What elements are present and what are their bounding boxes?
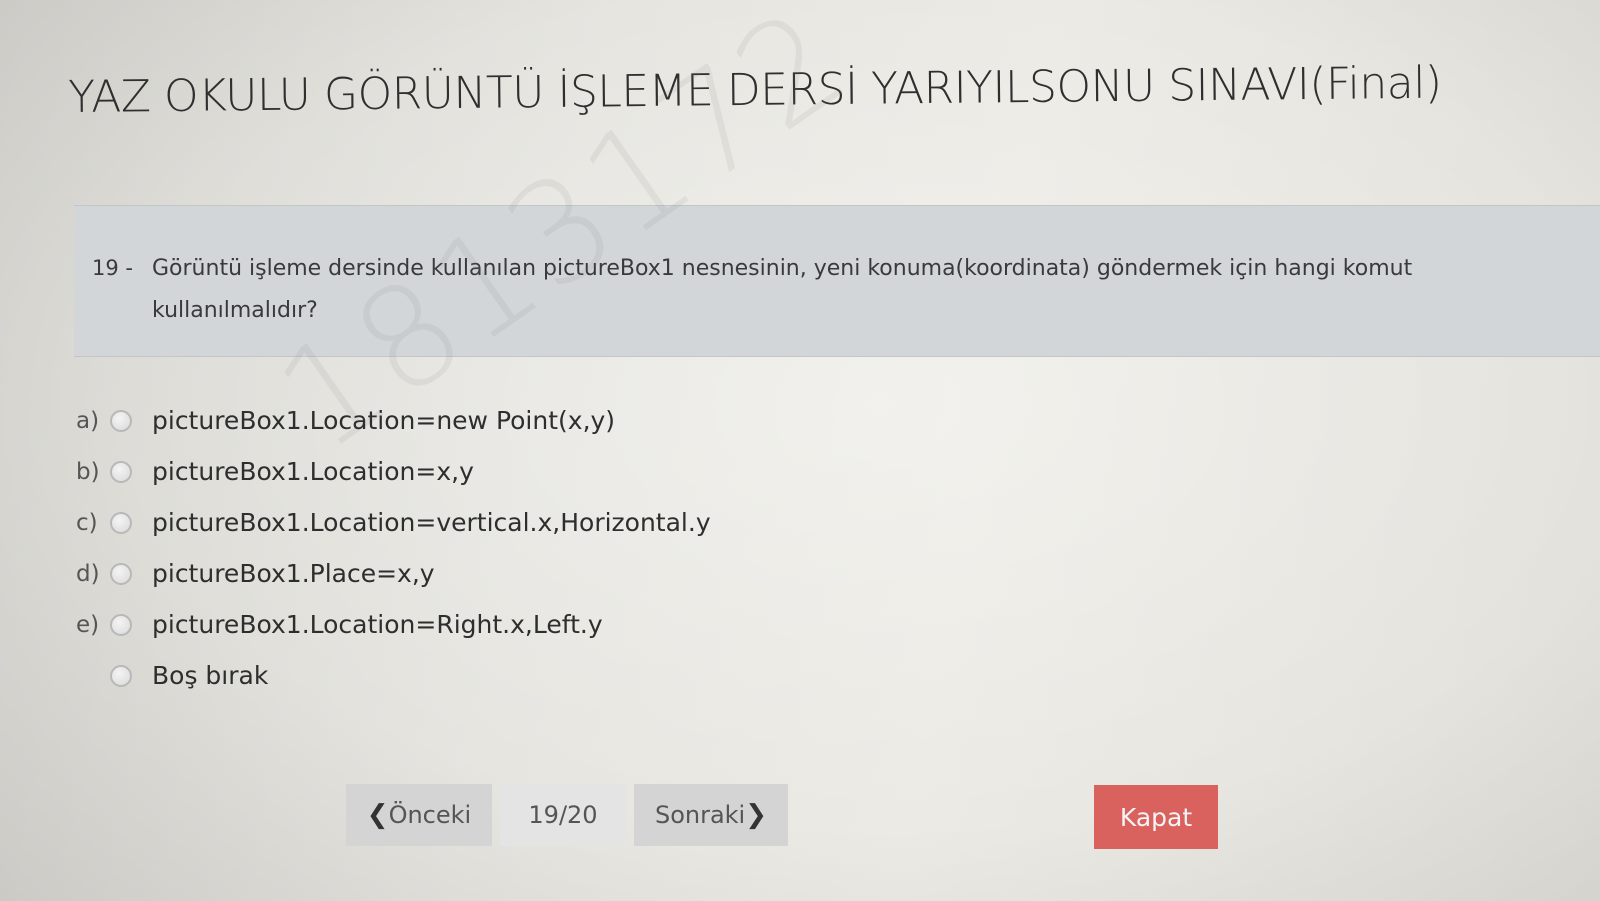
question-text: Görüntü işleme dersinde kullanılan pictu… [152, 256, 1413, 323]
option-letter: e) [76, 611, 100, 638]
option-letter: b) [76, 458, 100, 485]
page-indicator: 19/20 [500, 784, 626, 846]
previous-label: Önceki [388, 801, 472, 829]
option-label[interactable]: pictureBox1.Location=Right.x,Left.y [152, 610, 603, 639]
chevron-left-icon: ❮ [366, 800, 389, 830]
option-e[interactable]: e) pictureBox1.Location=Right.x,Left.y [76, 599, 711, 650]
radio-button[interactable] [110, 664, 132, 687]
radio-button[interactable] [110, 409, 132, 432]
chevron-right-icon: ❯ [745, 800, 768, 830]
radio-button[interactable] [110, 613, 132, 636]
next-button[interactable]: Sonraki ❯ [634, 784, 788, 846]
option-leave-blank[interactable]: Boş bırak [76, 650, 711, 701]
question-box: 19 - Görüntü işleme dersinde kullanılan … [74, 205, 1600, 357]
radio-button[interactable] [110, 511, 132, 534]
option-letter: a) [76, 407, 100, 434]
option-letter: d) [76, 560, 100, 587]
option-letter: c) [76, 509, 98, 536]
previous-button[interactable]: ❮ Önceki [346, 784, 492, 846]
option-b[interactable]: b) pictureBox1.Location=x,y [76, 446, 711, 497]
option-label[interactable]: pictureBox1.Location=new Point(x,y) [152, 406, 615, 435]
answer-options: a) pictureBox1.Location=new Point(x,y) b… [76, 395, 711, 701]
option-label[interactable]: pictureBox1.Location=x,y [152, 457, 474, 486]
page-title: YAZ OKULU GÖRÜNTÜ İŞLEME DERSİ YARIYILSO… [68, 57, 1442, 123]
option-label[interactable]: pictureBox1.Location=vertical.x,Horizont… [152, 508, 711, 537]
option-c[interactable]: c) pictureBox1.Location=vertical.x,Horiz… [76, 497, 711, 548]
option-a[interactable]: a) pictureBox1.Location=new Point(x,y) [76, 395, 711, 446]
radio-button[interactable] [110, 460, 132, 483]
option-label[interactable]: pictureBox1.Place=x,y [152, 559, 435, 588]
option-d[interactable]: d) pictureBox1.Place=x,y [76, 548, 711, 599]
next-label: Sonraki [654, 801, 746, 829]
option-label[interactable]: Boş bırak [152, 661, 268, 690]
radio-button[interactable] [110, 562, 132, 585]
close-button[interactable]: Kapat [1094, 785, 1218, 849]
question-number: 19 - [92, 256, 133, 280]
